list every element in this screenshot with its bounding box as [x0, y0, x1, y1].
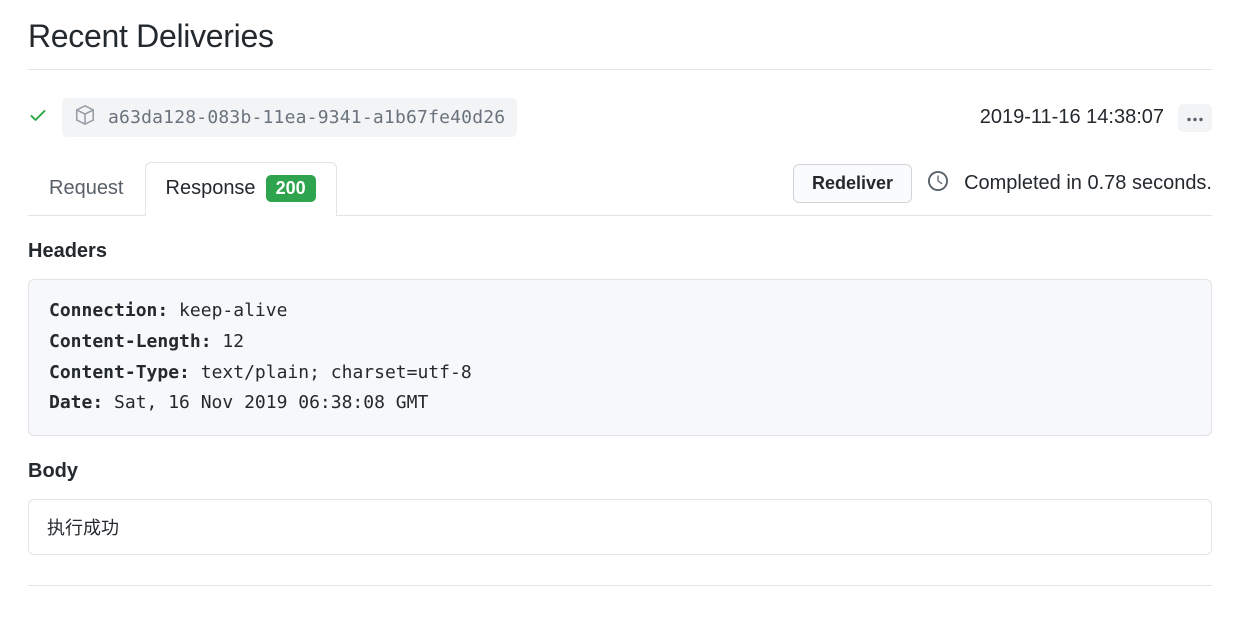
tab-response[interactable]: Response 200 [145, 162, 337, 216]
tab-label: Response [166, 177, 256, 200]
delivery-row: a63da128-083b-11ea-9341-a1b67fe40d26 201… [28, 70, 1212, 155]
page-title: Recent Deliveries [28, 0, 1212, 70]
more-button[interactable] [1178, 104, 1212, 132]
delivery-pill[interactable]: a63da128-083b-11ea-9341-a1b67fe40d26 [62, 98, 517, 137]
headers-heading: Headers [28, 240, 1212, 263]
tab-label: Request [49, 177, 124, 200]
kebab-icon [1187, 110, 1203, 125]
tab-actions: Redeliver Completed in 0.78 seconds. [793, 164, 1212, 213]
completed-text: Completed in 0.78 seconds. [964, 172, 1212, 195]
headers-box: Connection: keep-alive Content-Length: 1… [28, 279, 1212, 435]
delivery-meta: 2019-11-16 14:38:07 [980, 104, 1212, 132]
package-icon [74, 104, 96, 131]
tab-request[interactable]: Request [28, 164, 145, 214]
check-icon [28, 105, 48, 130]
divider [28, 585, 1212, 586]
body-heading: Body [28, 460, 1212, 483]
tab-bar: Request Response 200 Redeliver Completed… [28, 161, 1212, 216]
delivery-id: a63da128-083b-11ea-9341-a1b67fe40d26 [108, 107, 505, 128]
delivery-timestamp: 2019-11-16 14:38:07 [980, 106, 1164, 129]
redeliver-button[interactable]: Redeliver [793, 164, 912, 203]
clock-icon [928, 171, 948, 196]
body-box: 执行成功 [28, 499, 1212, 555]
status-badge: 200 [266, 175, 316, 202]
